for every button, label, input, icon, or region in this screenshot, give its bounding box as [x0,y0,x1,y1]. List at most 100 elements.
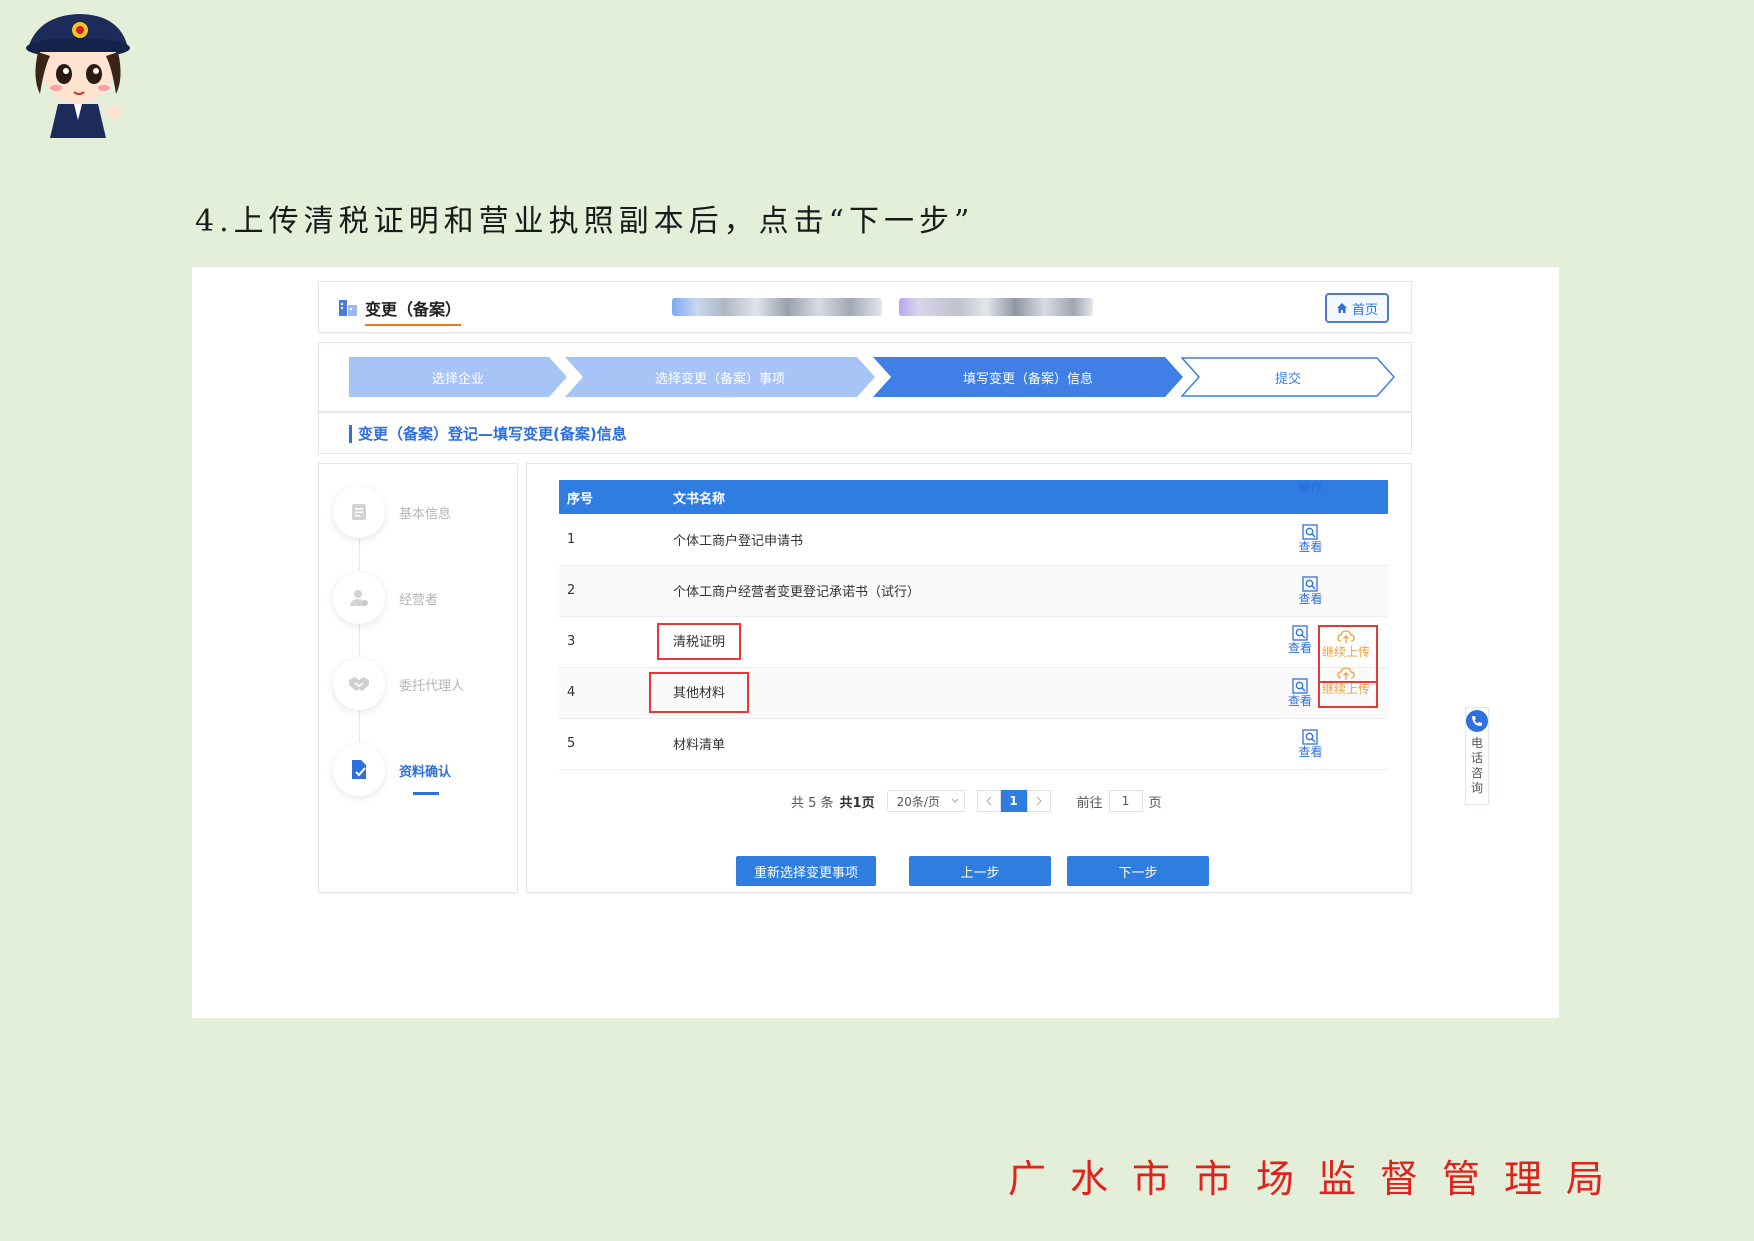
table-row: 3 清税证明 查看 继续上传 [559,616,1388,683]
consult-label: 电话咨询 [1471,736,1484,795]
sidebar-item-operator[interactable]: 经营者 [333,572,438,624]
sidebar-item-label: 资料确认 [399,764,452,780]
pager-pages: 共1页 [839,795,875,811]
instruction-text: 4.上传清税证明和营业执照副本后，点击“下一步” [195,204,975,239]
chevron-right-icon [1036,796,1042,806]
view-label: 查看 [1287,640,1312,655]
step-submit: 提交 [1181,357,1395,397]
step-label: 提交 [1274,371,1301,387]
step-fill-info: 填写变更（备案）信息 [873,357,1183,397]
continue-upload-button[interactable]: 继续上传 [1317,663,1378,708]
sidebar-item-label: 委托代理人 [399,678,465,694]
view-icon [1302,524,1319,540]
page-size-select[interactable]: 20条/页 [886,790,965,812]
prev-page-button[interactable] [976,790,1001,812]
table-row: 1 个体工商户登记申请书 查看 [559,514,1388,566]
current-page-button[interactable]: 1 [1000,790,1027,812]
section-title-bar: 变更（备案）登记—填写变更(备案)信息 [318,412,1412,454]
cloud-upload-icon [1337,629,1355,643]
top-bar: 变更（备案） 首页 [318,281,1412,333]
row-name: 材料清单 [665,718,1225,770]
home-icon [1336,303,1347,313]
organization-name: 广水市市场监督管理局 [1008,1157,1629,1201]
row-name-highlighted: 清税证明 [657,623,742,660]
cloud-upload-icon [1337,666,1355,680]
sidebar-connector [359,710,360,742]
header-ops: 操作 [1298,480,1323,494]
sidebar-connector [359,538,360,570]
goto-page-input[interactable]: 1 [1108,790,1143,812]
sidebar-connector [359,624,360,656]
row-name: 个体工商户经营者变更登记承诺书（试行） [665,565,1225,617]
reselect-items-button[interactable]: 重新选择变更事项 [736,856,876,886]
pagination: 共 5 条 共1页 20条/页 1 前往 1 页 [791,790,1162,812]
step-select-item: 选择变更（备案）事项 [565,357,875,397]
view-label: 查看 [1298,744,1323,759]
progress-steps: 选择企业 选择变更（备案）事项 填写变更（备案）信息 提交 [318,342,1412,412]
documents-table: 序号 文书名称 操作 1 个体工商户登记申请书 查看 2 个体工商户经营者变更登… [559,480,1388,770]
step-label: 填写变更（备案）信息 [962,371,1093,387]
view-icon [1302,728,1319,745]
table-header-row: 序号 文书名称 操作 [559,480,1388,514]
phone-icon [1466,710,1488,732]
table-row: 5 材料清单 查看 [559,718,1388,770]
sidebar-item-label: 经营者 [399,592,439,608]
home-label: 首页 [1351,302,1378,318]
step-label: 选择变更（备案）事项 [654,371,785,387]
table-row: 2 个体工商户经营者变更登记承诺书（试行） 查看 [559,565,1388,617]
goto-suffix: 页 [1148,795,1162,811]
sidebar-item-label: 基本信息 [399,506,452,522]
view-label: 查看 [1298,591,1323,606]
redacted-company-name [672,298,882,316]
upload-label: 继续上传 [1321,681,1370,696]
sidebar-item-basic-info[interactable]: 基本信息 [333,486,451,538]
sidebar-item-material-confirm[interactable]: 资料确认 [333,744,451,796]
page-size-value: 20条/页 [896,794,940,809]
sidebar: 基本信息 经营者 委托代理人 资料确认 [318,463,518,893]
view-icon [1292,677,1308,694]
document-icon [352,504,366,520]
row-name-highlighted: 其他材料 [649,672,750,713]
sidebar-item-agent[interactable]: 委托代理人 [333,658,464,710]
view-button[interactable]: 查看 [1298,524,1323,555]
previous-step-button[interactable]: 上一步 [909,856,1051,886]
row-name: 个体工商户登记申请书 [665,514,1225,566]
pager-total: 共 5 条 [791,795,834,811]
goto-prefix: 前往 [1076,795,1103,811]
row-index: 5 [559,718,665,770]
main-panel: 序号 文书名称 操作 1 个体工商户登记申请书 查看 2 个体工商户经营者变更登… [526,463,1412,893]
step-select-enterprise: 选择企业 [349,357,567,397]
view-button[interactable]: 查看 [1287,624,1312,659]
building-icon [339,300,357,316]
next-page-button[interactable] [1026,790,1051,812]
home-button[interactable]: 首页 [1325,293,1389,323]
chevron-left-icon [985,796,991,806]
phone-consult-widget[interactable]: 电话咨询 [1465,707,1489,805]
file-check-icon [352,760,366,779]
view-icon [1302,575,1319,592]
page-title: 变更（备案） [365,296,462,326]
view-button[interactable]: 查看 [1287,677,1312,708]
header-index: 序号 [567,491,594,507]
row-index: 1 [559,514,665,566]
upload-label: 继续上传 [1321,644,1370,659]
view-label: 查看 [1298,540,1323,555]
view-button[interactable]: 查看 [1298,575,1323,606]
redacted-user-name [899,298,1093,316]
active-indicator [413,792,439,795]
view-button[interactable]: 查看 [1298,728,1323,759]
row-index: 2 [559,565,665,617]
header-name: 文书名称 [673,491,726,507]
screenshot-area: 变更（备案） 首页 选择企业 选择变更（备案）事项 填写变更（备案）信息 提交 … [192,266,1559,1018]
step-label: 选择企业 [431,371,484,387]
table-row: 4 其他材料 查看 继续上传 [559,663,1388,719]
view-icon [1292,624,1308,641]
view-label: 查看 [1287,693,1312,708]
handshake-icon [349,677,369,691]
row-index: 3 [559,616,665,668]
section-title: 变更（备案）登记—填写变更(备案)信息 [349,425,627,443]
mascot-illustration [26,14,130,138]
chevron-down-icon [951,798,958,803]
user-icon [350,590,368,606]
next-step-button[interactable]: 下一步 [1067,856,1209,886]
